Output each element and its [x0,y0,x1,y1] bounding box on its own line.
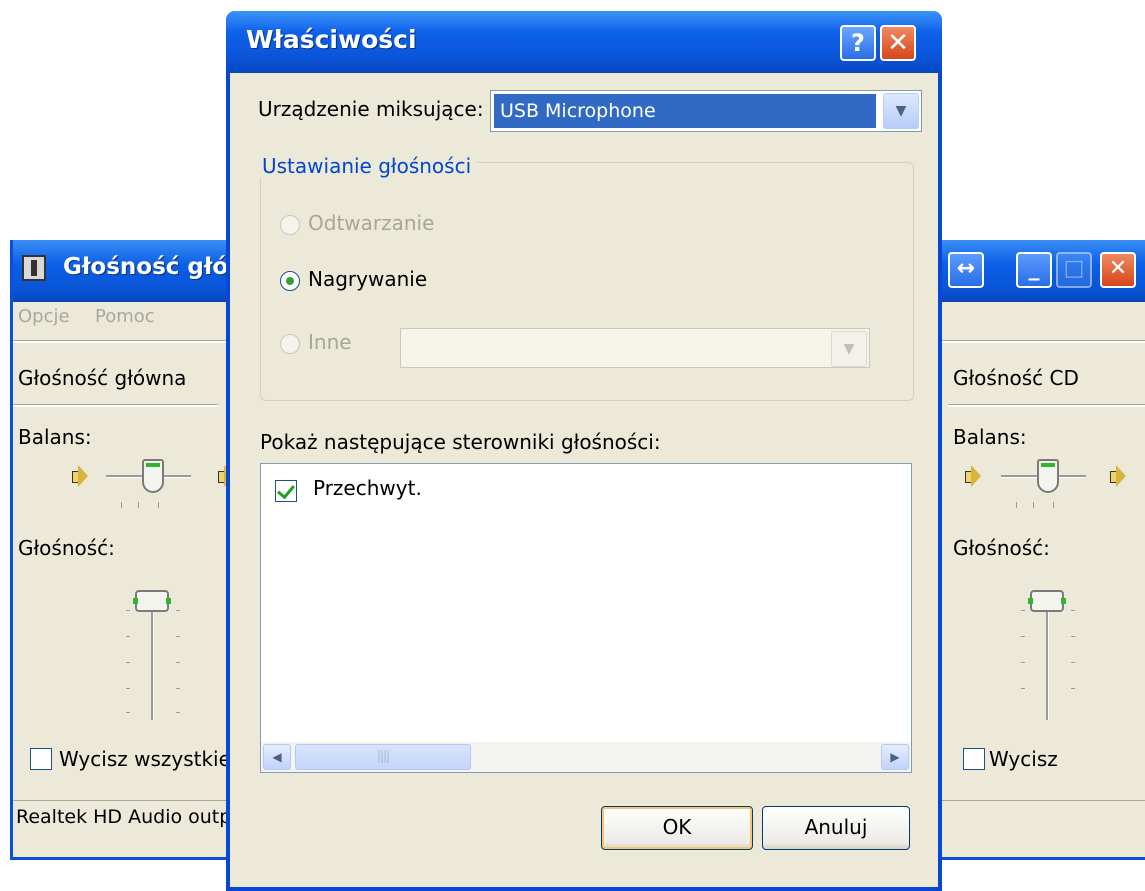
mute-cd-checkbox[interactable] [963,748,985,770]
volume-tick [1071,610,1075,611]
balance-tick [1053,502,1054,508]
volume-slider-thumb[interactable] [1028,590,1066,612]
volume-tick [1071,688,1075,689]
dialog-close-button[interactable]: ✕ [880,25,916,61]
balance-label: Balans: [18,425,92,449]
mute-all-label: Wycisz wszystkie [59,747,231,771]
radio-other-label: Inne [308,330,352,354]
balance-label: Balans: [953,425,1027,449]
check-icon [277,480,295,500]
scroll-left-button[interactable]: ◀ [263,744,291,770]
volume-controls-list[interactable]: Przechwyt. ◀ |||| ▶ [260,463,912,773]
master-volume-label: Głośność główna [18,366,187,390]
ok-button[interactable]: OK [601,806,753,850]
properties-dialog: Właściwości ? ✕ Urządzenie miksujące: US… [226,11,942,891]
volume-tick [176,636,180,637]
controls-label: Pokaż następujące sterowniki głośności: [260,430,661,454]
volume-tick [1071,662,1075,663]
minimize-button[interactable]: _ [1016,252,1052,288]
capture-checkbox[interactable] [275,480,297,502]
mixer-device-value: USB Microphone [494,94,876,128]
balance-tick [158,502,159,508]
horizontal-scrollbar[interactable]: ◀ |||| ▶ [261,742,911,772]
volume-tick [176,610,180,611]
volume-tick [1021,636,1025,637]
chevron-down-icon: ▼ [831,331,867,367]
volume-tick [1021,610,1025,611]
channel-separator [13,404,218,407]
radio-recording-label: Nagrywanie [308,267,428,291]
chevron-down-icon[interactable]: ▼ [883,93,919,129]
volume-tick [126,712,130,713]
expand-icon[interactable]: ↔ [948,252,984,288]
volume-label: Głośność: [953,536,1050,560]
left-speaker-icon [965,465,981,487]
radio-playback-label: Odtwarzanie [308,211,435,235]
balance-tick [121,502,122,508]
volume-tick [126,662,130,663]
dialog-title: Właściwości [246,25,417,54]
radio-other[interactable] [280,334,300,354]
volume-tick [176,712,180,713]
volume-tick [126,610,130,611]
mixer-device-label: Urządzenie miksujące: [258,97,484,121]
radio-playback[interactable] [280,215,300,235]
mixer-device-select[interactable]: USB Microphone ▼ [490,90,922,132]
menu-options[interactable]: Opcje [18,306,70,327]
right-speaker-icon [1110,465,1126,487]
volume-tick [126,688,130,689]
cd-volume-label: Głośność CD [953,366,1079,390]
radio-recording[interactable] [280,271,300,291]
volume-slider-thumb[interactable] [133,590,171,612]
status-text: Realtek HD Audio output [16,806,251,828]
balance-slider-thumb[interactable] [142,459,164,493]
scroll-thumb[interactable]: |||| [295,744,471,770]
balance-tick [1033,502,1034,508]
volume-tick [1021,662,1025,663]
radio-selected-dot [286,277,294,285]
cancel-button[interactable]: Anuluj [762,806,910,850]
help-button[interactable]: ? [840,25,876,61]
mute-all-checkbox[interactable] [30,748,52,770]
volume-tick [176,662,180,663]
maximize-button[interactable]: □ [1056,252,1092,288]
volume-tick [126,636,130,637]
volume-app-icon [22,255,46,281]
volume-settings-title: Ustawianie głośności [256,154,478,178]
capture-label: Przechwyt. [313,476,422,500]
volume-tick [1071,636,1075,637]
channel-separator [948,404,1145,407]
other-device-select: ▼ [400,328,870,368]
volume-label: Głośność: [18,536,115,560]
menu-help[interactable]: Pomoc [95,306,155,327]
dialog-titlebar[interactable]: Właściwości ? ✕ [226,11,942,73]
balance-slider-thumb[interactable] [1037,459,1059,493]
balance-tick [1016,502,1017,508]
volume-tick [1021,688,1025,689]
window-close-button[interactable]: ✕ [1100,252,1136,288]
balance-tick [138,502,139,508]
volume-tick [176,688,180,689]
left-speaker-icon [72,465,88,487]
mute-cd-label: Wycisz [989,747,1058,771]
scroll-right-button[interactable]: ▶ [881,744,909,770]
